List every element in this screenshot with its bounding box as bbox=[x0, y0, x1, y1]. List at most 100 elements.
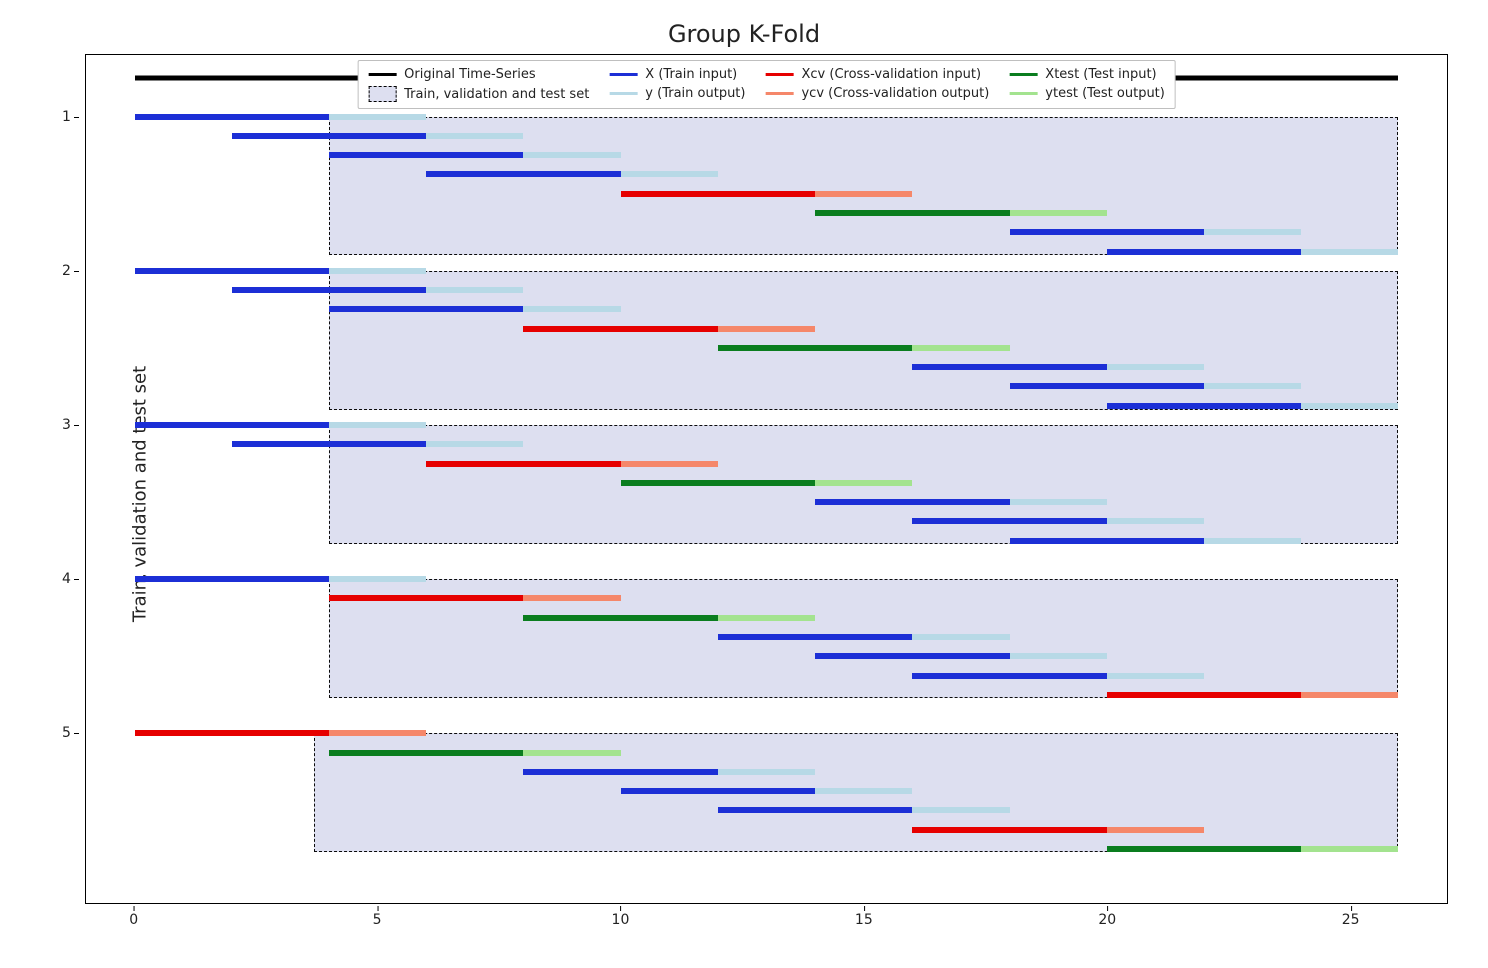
segment-y bbox=[1204, 229, 1301, 235]
legend: Original Time-Series Train, validation an… bbox=[357, 60, 1176, 109]
legend-item: ycv (Cross-validation output) bbox=[765, 86, 989, 101]
segment-Xcv bbox=[621, 191, 815, 197]
segment-Xtest bbox=[329, 750, 523, 756]
segment-y bbox=[426, 441, 523, 447]
segment-Xcv bbox=[523, 326, 717, 332]
segment-y bbox=[815, 788, 912, 794]
y-tick: 2 bbox=[62, 263, 71, 279]
segment-Xcv bbox=[912, 827, 1106, 833]
segment-y bbox=[523, 152, 620, 158]
segment-X bbox=[718, 634, 912, 640]
legend-item: ytest (Test output) bbox=[1009, 86, 1165, 101]
segment-ycv bbox=[1301, 692, 1398, 698]
legend-label: X (Train input) bbox=[645, 67, 737, 82]
segment-X bbox=[621, 788, 815, 794]
segment-Xtest bbox=[621, 480, 815, 486]
segment-X bbox=[135, 422, 329, 428]
segment-X bbox=[718, 807, 912, 813]
x-tick: 10 bbox=[612, 912, 630, 928]
segment-X bbox=[1107, 403, 1301, 409]
segment-y bbox=[912, 807, 1009, 813]
y-tick: 1 bbox=[62, 109, 71, 125]
segment-X bbox=[232, 287, 426, 293]
segment-y bbox=[329, 114, 426, 120]
x-tick: 5 bbox=[373, 912, 382, 928]
x-tick: 15 bbox=[855, 912, 873, 928]
segment-y bbox=[1010, 499, 1107, 505]
segment-X bbox=[912, 518, 1106, 524]
x-axis: 0 5 10 15 20 25 bbox=[85, 906, 1448, 934]
legend-label: ytest (Test output) bbox=[1045, 86, 1165, 101]
legend-swatch bbox=[1009, 73, 1037, 76]
segment-Xcv bbox=[1107, 692, 1301, 698]
segment-y bbox=[426, 287, 523, 293]
segment-X bbox=[135, 114, 329, 120]
segment-X bbox=[1107, 249, 1301, 255]
legend-label: Original Time-Series bbox=[404, 67, 536, 82]
legend-item: X (Train input) bbox=[609, 67, 745, 82]
segment-y bbox=[621, 171, 718, 177]
segment-ycv bbox=[523, 595, 620, 601]
segment-ytest bbox=[523, 750, 620, 756]
x-tick: 20 bbox=[1098, 912, 1116, 928]
legend-item: Xtest (Test input) bbox=[1009, 67, 1165, 82]
segment-X bbox=[912, 673, 1106, 679]
segment-ytest bbox=[912, 345, 1009, 351]
segment-Xtest bbox=[718, 345, 912, 351]
segment-y bbox=[1010, 653, 1107, 659]
segment-ytest bbox=[1301, 846, 1398, 852]
legend-label: ycv (Cross-validation output) bbox=[801, 86, 989, 101]
legend-swatch bbox=[368, 73, 396, 76]
segment-Xcv bbox=[329, 595, 523, 601]
segment-ycv bbox=[718, 326, 815, 332]
legend-label: Xcv (Cross-validation input) bbox=[801, 67, 981, 82]
segment-ycv bbox=[815, 191, 912, 197]
segment-X bbox=[329, 306, 523, 312]
segment-y bbox=[1107, 364, 1204, 370]
segment-X bbox=[232, 133, 426, 139]
legend-swatch bbox=[765, 92, 793, 95]
segment-y bbox=[1204, 383, 1301, 389]
segment-X bbox=[523, 769, 717, 775]
legend-item: Xcv (Cross-validation input) bbox=[765, 67, 989, 82]
segment-y bbox=[426, 133, 523, 139]
segment-ycv bbox=[1107, 827, 1204, 833]
segment-y bbox=[1301, 403, 1398, 409]
segment-y bbox=[1107, 518, 1204, 524]
segment-y bbox=[1107, 673, 1204, 679]
segment-X bbox=[815, 653, 1009, 659]
legend-swatch bbox=[609, 73, 637, 76]
segment-Xtest bbox=[523, 615, 717, 621]
legend-item: Original Time-Series bbox=[368, 67, 589, 82]
segment-X bbox=[135, 576, 329, 582]
chart-title: Group K-Fold bbox=[30, 20, 1458, 48]
x-tick: 0 bbox=[129, 912, 138, 928]
legend-item: y (Train output) bbox=[609, 86, 745, 101]
segment-X bbox=[815, 499, 1009, 505]
segment-y bbox=[329, 268, 426, 274]
legend-item: Train, validation and test set bbox=[368, 86, 589, 102]
segment-X bbox=[1010, 383, 1204, 389]
segment-X bbox=[426, 171, 620, 177]
segment-y bbox=[329, 576, 426, 582]
legend-label: Train, validation and test set bbox=[404, 87, 589, 102]
segment-ycv bbox=[621, 461, 718, 467]
segment-Xtest bbox=[815, 210, 1009, 216]
segment-y bbox=[523, 306, 620, 312]
segment-X bbox=[1010, 229, 1204, 235]
legend-swatch bbox=[609, 92, 637, 95]
segment-X bbox=[912, 364, 1106, 370]
segment-Xcv bbox=[135, 730, 329, 736]
segment-Xcv bbox=[426, 461, 620, 467]
segment-Xtest bbox=[1107, 846, 1301, 852]
segment-ytest bbox=[718, 615, 815, 621]
legend-swatch bbox=[1009, 92, 1037, 95]
plot-frame: Original Time-Series Train, validation an… bbox=[85, 54, 1448, 904]
segment-y bbox=[718, 769, 815, 775]
y-tick: 4 bbox=[62, 571, 71, 587]
legend-swatch bbox=[765, 73, 793, 76]
x-tick: 25 bbox=[1342, 912, 1360, 928]
segment-y bbox=[912, 634, 1009, 640]
legend-swatch bbox=[368, 86, 396, 102]
segment-X bbox=[329, 152, 523, 158]
